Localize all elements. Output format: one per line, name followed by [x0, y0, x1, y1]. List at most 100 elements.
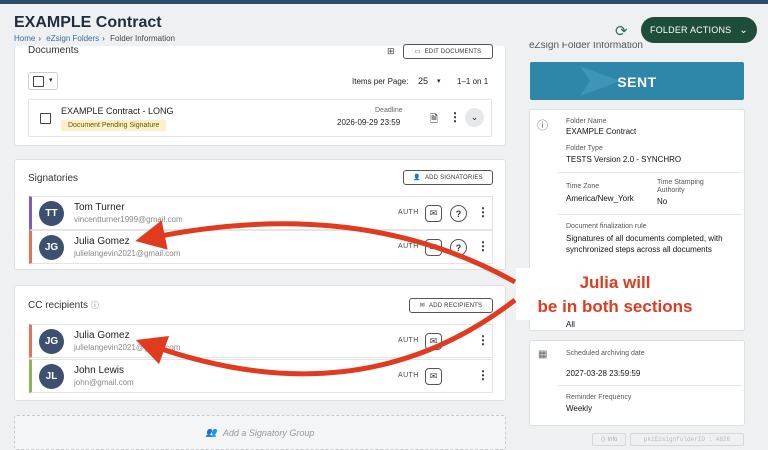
- more-options-icon[interactable]: ⋮: [477, 239, 489, 253]
- code-icon: ⟨⟩: [600, 437, 606, 443]
- select-all-dropdown[interactable]: ▾: [28, 72, 58, 90]
- mail-icon[interactable]: ✉: [425, 368, 442, 385]
- signatories-title: Signatories: [28, 173, 79, 184]
- recipient-name: John Lewis: [74, 365, 125, 376]
- reminder-value: Weekly: [566, 404, 593, 413]
- finalization-value: Signatures of all documents completed, w…: [566, 234, 723, 254]
- reminder-label: Reminder Frequency: [566, 394, 632, 401]
- deadline-value: 2026-09-29 23:59: [337, 118, 401, 127]
- cc-recipients-title: CC recipients ⓘ: [28, 300, 99, 311]
- annotation-callout: Julia will be in both sections: [516, 268, 714, 320]
- edit-documents-label: EDIT DOCUMENTS: [424, 48, 482, 55]
- breadcrumb-home[interactable]: Home: [14, 34, 35, 43]
- sent-banner: SENT: [530, 62, 744, 100]
- page-title: EXAMPLE Contract: [14, 14, 162, 31]
- document-icon: ▭: [414, 49, 421, 55]
- recipient-email: john@gmail.com: [74, 378, 134, 387]
- mail-icon[interactable]: ✉: [425, 239, 442, 256]
- documents-title: Documents: [28, 45, 79, 56]
- folder-type-value: TESTS Version 2.0 - SYNCHRO: [566, 155, 682, 164]
- cc-recipient-row[interactable]: JG Julia Gomez julielangevin2021@gmail.c…: [29, 324, 493, 358]
- signatory-row[interactable]: JG Julia Gomez julielangevin2021@gmail.c…: [29, 230, 493, 264]
- folder-id-badge: pkiEzsignfolderID : 4826: [630, 433, 744, 446]
- callout-line-2: be in both sections: [537, 297, 693, 316]
- signatory-email: vincentturner1999@gmail.com: [74, 215, 183, 224]
- info-button-label: Info: [607, 436, 618, 443]
- items-per-page-select[interactable]: 25: [418, 76, 428, 86]
- calendar-icon: ▦: [538, 349, 548, 360]
- timezone-value: America/New_York: [566, 194, 634, 203]
- archiving-card: ▦ Scheduled archiving date 2027-03-28 23…: [529, 340, 745, 426]
- document-more-icon[interactable]: ⋮: [449, 110, 461, 124]
- breadcrumb-folders[interactable]: eZsign Folders: [46, 34, 99, 43]
- more-options-icon[interactable]: ⋮: [477, 333, 489, 347]
- avatar: JL: [39, 364, 64, 389]
- help-icon[interactable]: ?: [450, 205, 467, 222]
- callout-line-1: Julia will: [579, 273, 651, 292]
- add-signatories-button[interactable]: 👤 ADD SIGNATORIES: [403, 170, 493, 185]
- org-chart-icon[interactable]: ⊞: [387, 46, 395, 57]
- help-icon[interactable]: ?: [450, 239, 467, 256]
- document-checkbox[interactable]: [40, 113, 51, 124]
- documents-card: Documents ⊞ ▭ EDIT DOCUMENTS ▾ Items per…: [14, 44, 506, 146]
- finalization-label: Document finalization rule: [566, 223, 647, 230]
- add-signatory-group-label: Add a Signatory Group: [222, 427, 315, 438]
- chevron-right-icon: ›: [38, 34, 42, 43]
- info-button[interactable]: ⟨⟩ Info: [592, 433, 626, 446]
- refresh-icon[interactable]: ⟳: [615, 22, 628, 40]
- mail-icon[interactable]: ✉: [425, 333, 442, 350]
- auth-label: AUTH: [398, 372, 419, 379]
- add-recipients-button[interactable]: ✉ ADD RECIPIENTS: [409, 298, 493, 313]
- folder-actions-button[interactable]: FOLDER ACTIONS ⌄: [641, 17, 757, 43]
- divider: [558, 385, 742, 386]
- document-row[interactable]: EXAMPLE Contract - LONG Document Pending…: [28, 99, 492, 137]
- more-options-icon[interactable]: ⋮: [477, 368, 489, 382]
- items-per-page-label: Items per Page:: [352, 77, 409, 86]
- signatory-row[interactable]: TT Tom Turner vincentturner1999@gmail.co…: [29, 196, 493, 230]
- cc-recipients-label: CC recipients: [28, 300, 89, 311]
- breadcrumb-current: Folder Information: [110, 34, 175, 43]
- edit-documents-button[interactable]: ▭ EDIT DOCUMENTS: [403, 44, 493, 59]
- group-icon: 👥: [205, 427, 217, 437]
- auth-label: AUTH: [398, 337, 419, 344]
- divider: [558, 214, 742, 215]
- select-all-checkbox[interactable]: [33, 76, 44, 87]
- breadcrumb: Home › eZsign Folders › Folder Information: [14, 34, 178, 43]
- info-icon: ⓘ: [537, 120, 548, 132]
- add-user-icon: 👤: [413, 175, 421, 181]
- avatar: JG: [39, 329, 64, 354]
- mail-icon[interactable]: ✉: [425, 205, 442, 222]
- avatar: TT: [39, 201, 64, 226]
- add-signatory-group-button[interactable]: 👥 Add a Signatory Group: [14, 415, 506, 450]
- folder-name-value: EXAMPLE Contract: [566, 127, 637, 136]
- archiving-label: Scheduled archiving date: [566, 350, 645, 357]
- caret-down-icon: ▾: [49, 77, 53, 84]
- sent-status: SENT: [617, 74, 657, 90]
- caret-down-icon[interactable]: ▾: [437, 77, 441, 85]
- auth-label: AUTH: [398, 243, 419, 250]
- deadline-label: Deadline: [375, 107, 403, 114]
- document-name[interactable]: EXAMPLE Contract - LONG: [61, 106, 174, 116]
- page-header: EXAMPLE Contract Home › eZsign Folders › F…: [0, 4, 768, 46]
- avatar: JG: [39, 235, 64, 260]
- auth-label: AUTH: [398, 209, 419, 216]
- expand-icon[interactable]: ⌄: [465, 108, 484, 127]
- chevron-right-icon: ›: [102, 34, 105, 43]
- document-preview-icon[interactable]: 🗎: [430, 112, 438, 129]
- folder-info-title: eZsign Folder Information: [529, 42, 643, 51]
- signatory-name: Julia Gomez: [74, 236, 130, 247]
- cc-recipient-row[interactable]: JL John Lewis john@gmail.com AUTH ✉ ⋮: [29, 359, 493, 393]
- signatory-name: Tom Turner: [74, 202, 125, 213]
- pagination-text: 1–1 on 1: [457, 77, 489, 86]
- archiving-value: 2027-03-28 23:59:59: [566, 369, 641, 378]
- more-options-icon[interactable]: ⋮: [477, 205, 489, 219]
- info-icon[interactable]: ⓘ: [91, 301, 99, 310]
- add-recipients-label: ADD RECIPIENTS: [429, 302, 483, 309]
- recipient-email: julielangevin2021@gmail.com: [74, 343, 181, 352]
- folder-name-label: Folder Name: [566, 118, 607, 125]
- stamping-label: Time Stamping Authority: [657, 179, 704, 194]
- timezone-label: Time Zone: [566, 183, 600, 190]
- mail-icon: ✉: [419, 303, 426, 309]
- folder-actions-label: FOLDER ACTIONS: [650, 25, 732, 35]
- folder-type-label: Folder Type: [566, 145, 603, 152]
